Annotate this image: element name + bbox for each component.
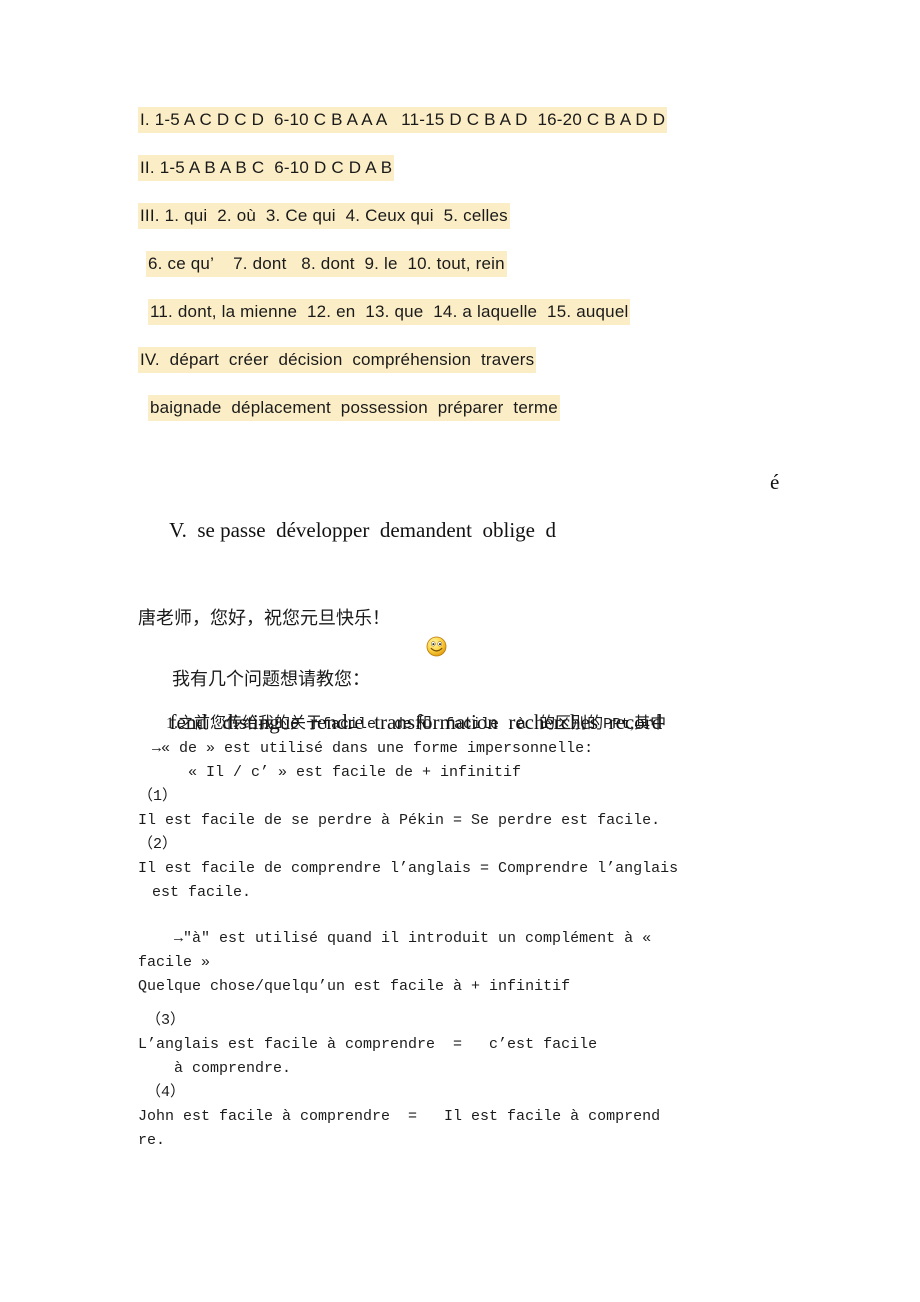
answer-line-section-ii-text: II. 1-5 A B A B C 6-10 D C D A B (138, 155, 395, 181)
rule-de-line: →« de » est utilisé dans une forme imper… (152, 740, 594, 757)
answer-line-section-i: I. 1-5 A C D C D 6-10 C B A A A 11-15 D … (138, 107, 898, 133)
document-page: I. 1-5 A C D C D 6-10 C B A A A 11-15 D … (0, 0, 920, 1302)
spacer-rule-a (138, 905, 838, 927)
rule-a-line-cont: facile » (138, 954, 211, 971)
greeting-line: 唐老师，您好，祝您元旦快乐！ (138, 604, 447, 656)
greeting-subline: 我有几个问题想请教您： (172, 669, 370, 689)
question-1-mono-part-2: facile à (436, 716, 536, 733)
example-1-text: Il est facile de se perdre à Pékin = Se … (138, 812, 661, 829)
answer-line-section-iv-b-text: baignade déplacement possession préparer… (148, 395, 560, 421)
question-1-cn-part-2: 和 (412, 715, 437, 732)
example-1-label: （1） (138, 788, 178, 805)
question-1-mono-part-1: facile de (322, 716, 413, 733)
question-1-heading: 1.之前您传给我的关于facile de 和 facile à 的区别的PPt,… (138, 712, 838, 737)
answer-line-section-iii-a: III. 1. qui 2. où 3. Ce qui 4. Ceux qui … (138, 203, 898, 229)
example-3-label: （3） (146, 1012, 186, 1029)
greeting-text: 唐老师，您好，祝您元旦快乐！ (138, 608, 390, 628)
example-4-text-cont: re. (138, 1132, 166, 1149)
answer-line-section-iii-b-text: 6. ce qu’ 7. dont 8. dont 9. le 10. tout… (146, 251, 507, 277)
example-4-label: （4） (146, 1084, 186, 1101)
example-4-text: John est facile à comprendre = Il est fa… (138, 1108, 661, 1125)
section-v-line-1-text: V. se passe développer demandent oblige … (169, 518, 556, 542)
answer-line-section-iii-c-text: 11. dont, la mienne 12. en 13. que 14. a… (148, 299, 631, 325)
example-3-text-cont: à comprendre. (174, 1060, 292, 1077)
example-2-text-cont: est facile. (152, 884, 252, 901)
rule-de-pattern-line: « Il / c’ » est facile de + infinitif (188, 764, 522, 781)
answer-line-section-iv-b: baignade déplacement possession préparer… (138, 395, 898, 421)
spacer-example-3 (138, 999, 838, 1009)
answer-line-section-iv-a-text: IV. départ créer décision compréhension … (138, 347, 537, 373)
qa-block: 1.之前您传给我的关于facile de 和 facile à 的区别的PPt,… (138, 712, 838, 1153)
answer-line-section-iii-a-text: III. 1. qui 2. où 3. Ce qui 4. Ceux qui … (138, 203, 510, 229)
question-1-cn-part-4: ,其中 (630, 715, 667, 732)
answer-line-section-iv-a: IV. départ créer décision compréhension … (138, 347, 898, 373)
question-1-cn-part-1: 1.之前您传给我的关于 (166, 715, 323, 732)
example-2-text: Il est facile de comprendre l’anglais = … (138, 860, 679, 877)
rule-a-pattern-line: Quelque chose/quelqu’un est facile à + i… (138, 978, 571, 995)
example-3-text: L’anglais est facile à comprendre = c’es… (138, 1036, 598, 1053)
answer-key-block: I. 1-5 A C D C D 6-10 C B A A A 11-15 D … (138, 107, 898, 446)
section-v-line-1-tail: é (770, 470, 780, 494)
question-1-cn-part-3: 的区别的 (535, 715, 604, 732)
answer-line-section-i-text: I. 1-5 A C D C D 6-10 C B A A A 11-15 D … (138, 107, 668, 133)
answer-line-section-ii: II. 1-5 A B A B C 6-10 D C D A B (138, 155, 898, 181)
smiley-face-emoji (399, 608, 447, 656)
answer-line-section-iii-b: 6. ce qu’ 7. dont 8. dont 9. le 10. tout… (138, 251, 898, 277)
example-2-label: （2） (138, 836, 178, 853)
question-1-mono-part-3: PPt (603, 716, 631, 733)
rule-a-line: →"à" est utilisé quand il introduit un c… (174, 930, 652, 947)
answer-line-section-iii-c: 11. dont, la mienne 12. en 13. que 14. a… (138, 299, 898, 325)
